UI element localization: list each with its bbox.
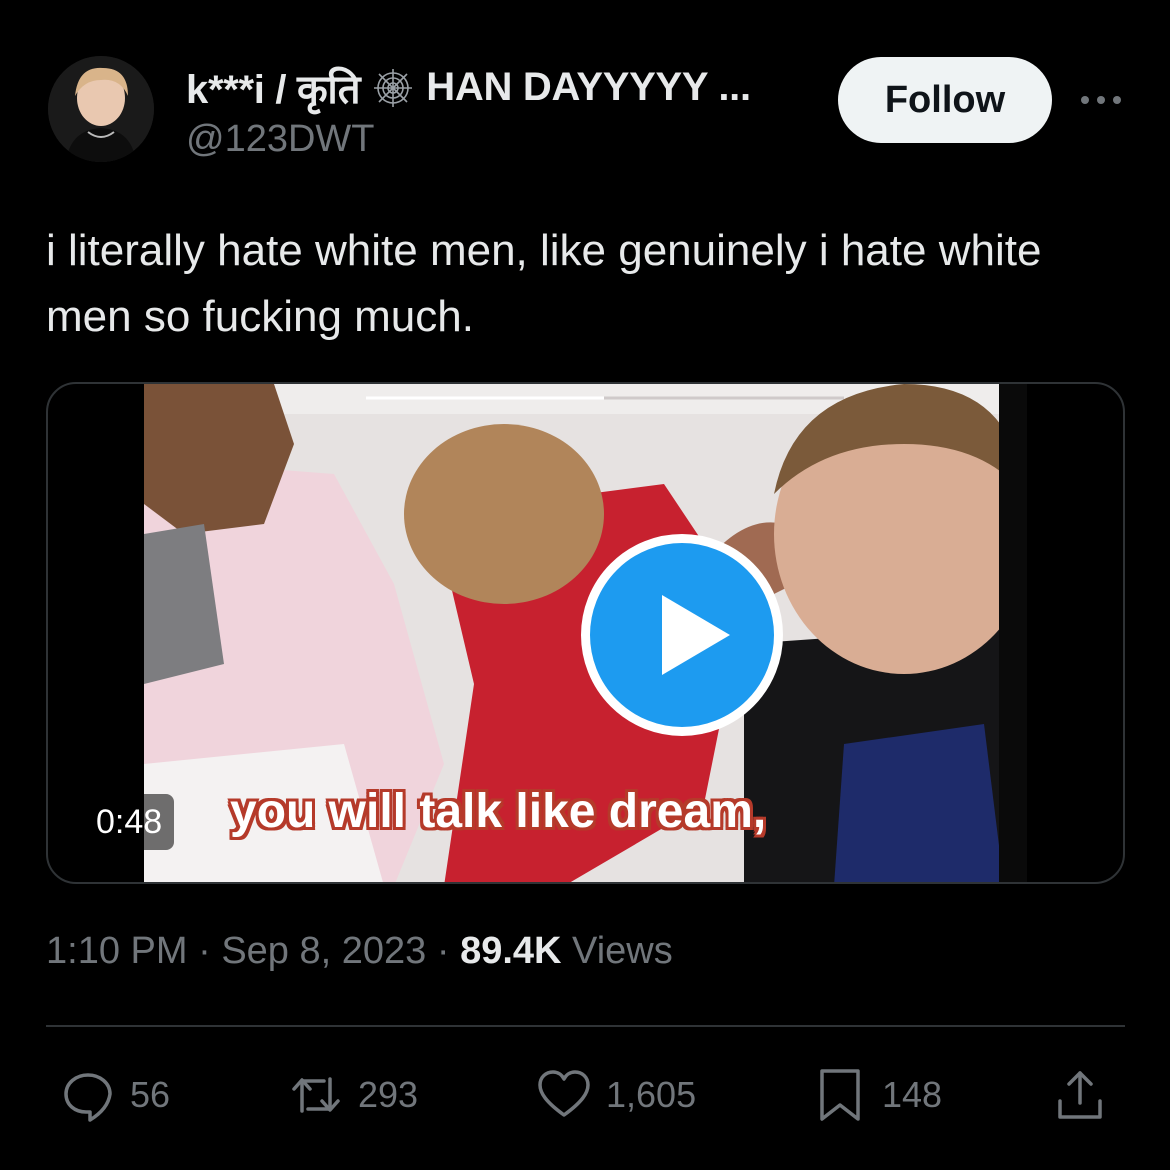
share-icon bbox=[1058, 1071, 1102, 1119]
video-player[interactable]: 0:48 you will talk like dream, bbox=[46, 382, 1125, 884]
views-label: Views bbox=[572, 930, 673, 972]
display-name[interactable]: k***i / कृति HAN DAYYYYY ... bbox=[186, 60, 751, 115]
tweet-time[interactable]: 1:10 PM bbox=[46, 930, 188, 972]
tweet-text: i literally hate white men, like genuine… bbox=[46, 226, 1042, 341]
reply-icon bbox=[64, 1073, 112, 1122]
follow-button[interactable]: Follow bbox=[838, 57, 1052, 143]
heart-icon bbox=[538, 1070, 590, 1117]
share-button[interactable] bbox=[1052, 1060, 1108, 1130]
retweet-count: 293 bbox=[358, 1074, 419, 1115]
spiderweb-icon bbox=[374, 68, 413, 107]
avatar[interactable] bbox=[48, 56, 154, 162]
user-handle[interactable]: @123DWT bbox=[186, 118, 375, 161]
bookmark-button[interactable]: 148 bbox=[812, 1060, 942, 1130]
retweet-button[interactable]: 293 bbox=[288, 1060, 418, 1130]
tweet-date[interactable]: Sep 8, 2023 bbox=[221, 930, 426, 972]
bookmark-icon bbox=[820, 1069, 860, 1121]
tweet-meta: 1:10 PM · Sep 8, 2023 · 89.4K Views bbox=[46, 930, 673, 973]
play-icon bbox=[662, 595, 730, 675]
reply-count: 56 bbox=[130, 1074, 171, 1115]
video-duration: 0:48 bbox=[84, 794, 175, 850]
avatar-photo bbox=[48, 56, 154, 162]
display-name-prefix: k***i / कृति bbox=[186, 68, 361, 112]
divider bbox=[46, 1025, 1125, 1027]
video-caption: you will talk like dream, bbox=[230, 785, 767, 838]
more-icon[interactable] bbox=[1076, 82, 1126, 118]
meta-separator: · bbox=[198, 930, 222, 972]
play-button[interactable] bbox=[581, 534, 783, 736]
action-bar: 56 293 1,605 148 bbox=[0, 1060, 1170, 1130]
display-name-suffix: HAN DAYYYYY ... bbox=[426, 65, 751, 109]
like-count: 1,605 bbox=[606, 1074, 697, 1115]
reply-button[interactable]: 56 bbox=[60, 1060, 170, 1130]
meta-separator: · bbox=[436, 930, 461, 972]
bookmark-count: 148 bbox=[882, 1074, 943, 1115]
retweet-icon bbox=[292, 1077, 340, 1113]
views-count: 89.4K bbox=[460, 930, 562, 972]
like-button[interactable]: 1,605 bbox=[536, 1060, 696, 1130]
